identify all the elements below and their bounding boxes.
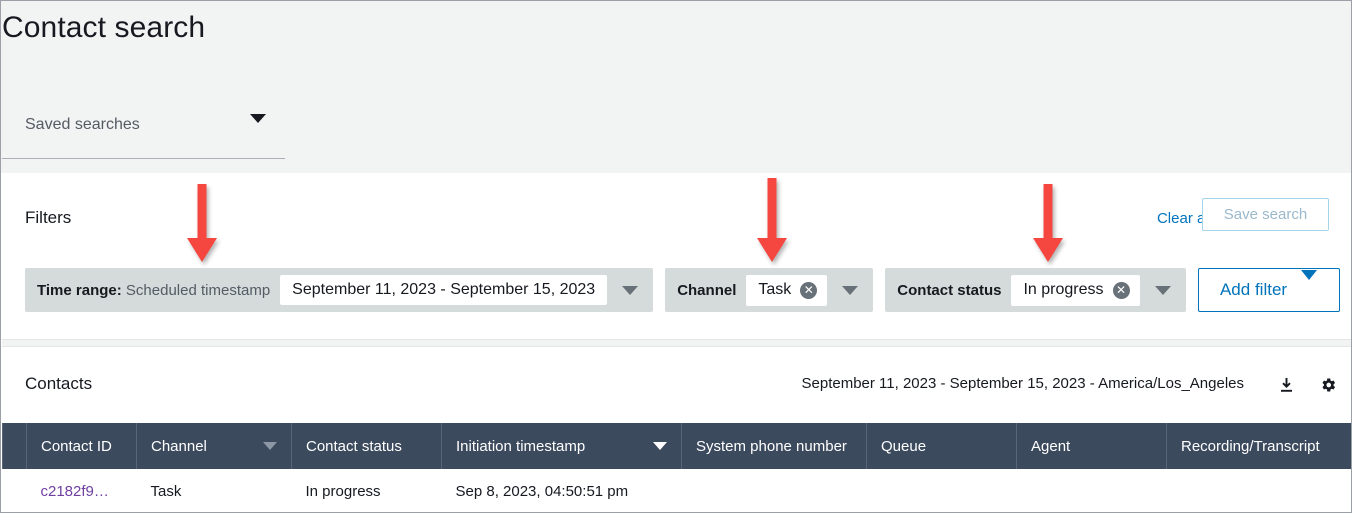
filter-time-range-chevron-down-icon[interactable] bbox=[607, 285, 653, 295]
contacts-heading: Contacts bbox=[25, 374, 93, 393]
cell-recording-transcript bbox=[1166, 469, 1351, 512]
filter-contact-status-chevron-down-icon[interactable] bbox=[1140, 285, 1186, 295]
column-header-initiation-timestamp[interactable]: Initiation timestamp bbox=[441, 423, 682, 469]
sort-chevron-down-icon[interactable] bbox=[263, 442, 277, 450]
table-row[interactable]: c2182f9… Task In progress Sep 8, 2023, 0… bbox=[2, 469, 1351, 512]
cell-system-phone-number bbox=[681, 469, 867, 512]
add-filter-label: Add filter bbox=[1219, 280, 1288, 299]
filters-heading: Filters bbox=[25, 208, 72, 227]
column-label: Recording/Transcript bbox=[1181, 437, 1320, 455]
contacts-section: Contacts September 11, 2023 - September … bbox=[2, 347, 1351, 512]
column-header-channel[interactable]: Channel bbox=[136, 423, 292, 469]
section-divider bbox=[2, 339, 1351, 347]
cell-contact-id: c2182f9… bbox=[26, 469, 137, 512]
column-header-contact-id[interactable]: Contact ID bbox=[26, 423, 137, 469]
filter-contact-status: Contact status In progress ✕ bbox=[885, 268, 1186, 312]
contacts-table: Contact ID Channel Contact status Initia bbox=[2, 423, 1351, 512]
column-label: Initiation timestamp bbox=[456, 437, 586, 455]
filter-channel-chevron-down-icon[interactable] bbox=[827, 285, 873, 295]
cell-channel: Task bbox=[136, 469, 292, 512]
page-title: Contact search bbox=[2, 11, 206, 44]
filters-section: Filters Clear all Save search Time range… bbox=[2, 173, 1351, 339]
cell-queue bbox=[866, 469, 1017, 512]
filter-contact-status-token-label: In progress bbox=[1023, 281, 1104, 298]
column-label: Queue bbox=[881, 437, 927, 455]
column-header-contact-status[interactable]: Contact status bbox=[291, 423, 442, 469]
saved-searches-dropdown[interactable]: Saved searches bbox=[2, 104, 285, 159]
column-header-agent[interactable]: Agent bbox=[1016, 423, 1167, 469]
filter-time-range-label: Time range: Scheduled timestamp bbox=[37, 281, 271, 299]
column-header-system-phone-number[interactable]: System phone number bbox=[681, 423, 867, 469]
filter-channel-label: Channel bbox=[677, 281, 737, 299]
page-header-band: Contact search Saved searches bbox=[1, 1, 1351, 173]
contact-search-page: Contact search Saved searches Filters Cl… bbox=[0, 0, 1352, 513]
filter-time-range: Time range: Scheduled timestamp Septembe… bbox=[25, 268, 654, 312]
column-label: Contact ID bbox=[41, 437, 112, 455]
filter-channel: Channel Task ✕ bbox=[665, 268, 874, 312]
column-header-recording-transcript[interactable]: Recording/Transcript bbox=[1166, 423, 1351, 469]
download-icon[interactable] bbox=[1273, 372, 1299, 398]
column-label: System phone number bbox=[696, 437, 847, 455]
gear-icon[interactable] bbox=[1315, 372, 1341, 398]
contacts-range-text: September 11, 2023 - September 15, 2023 … bbox=[801, 375, 1245, 392]
cell-contact-status: In progress bbox=[291, 469, 442, 512]
row-spacer bbox=[2, 469, 27, 512]
column-header-queue[interactable]: Queue bbox=[866, 423, 1017, 469]
filter-row: Time range: Scheduled timestamp Septembe… bbox=[25, 268, 1340, 312]
filter-contact-status-label: Contact status bbox=[897, 281, 1002, 299]
column-label: Channel bbox=[151, 437, 207, 455]
save-search-button[interactable]: Save search bbox=[1202, 198, 1329, 231]
filter-channel-token[interactable]: Task ✕ bbox=[746, 274, 828, 306]
cell-initiation-timestamp: Sep 8, 2023, 04:50:51 pm bbox=[441, 469, 682, 512]
column-label: Contact status bbox=[306, 437, 402, 455]
cell-agent bbox=[1016, 469, 1167, 512]
chevron-down-icon bbox=[250, 114, 266, 141]
filter-channel-token-label: Task bbox=[758, 281, 792, 298]
table-header-spacer bbox=[2, 423, 27, 469]
sort-chevron-down-icon[interactable] bbox=[653, 442, 667, 450]
close-icon[interactable]: ✕ bbox=[800, 281, 818, 299]
saved-searches-label: Saved searches bbox=[25, 116, 140, 133]
filter-contact-status-token[interactable]: In progress ✕ bbox=[1011, 274, 1140, 306]
column-label: Agent bbox=[1031, 437, 1071, 455]
add-filter-button[interactable]: Add filter bbox=[1197, 268, 1340, 312]
contacts-header: Contacts September 11, 2023 - September … bbox=[2, 347, 1351, 423]
filter-time-range-value[interactable]: September 11, 2023 - September 15, 2023 bbox=[280, 275, 608, 305]
table-header-row: Contact ID Channel Contact status Initia bbox=[2, 423, 1351, 469]
close-icon[interactable]: ✕ bbox=[1112, 281, 1130, 299]
chevron-down-icon bbox=[1301, 270, 1318, 300]
contact-id-link[interactable]: c2182f9… bbox=[41, 483, 109, 500]
